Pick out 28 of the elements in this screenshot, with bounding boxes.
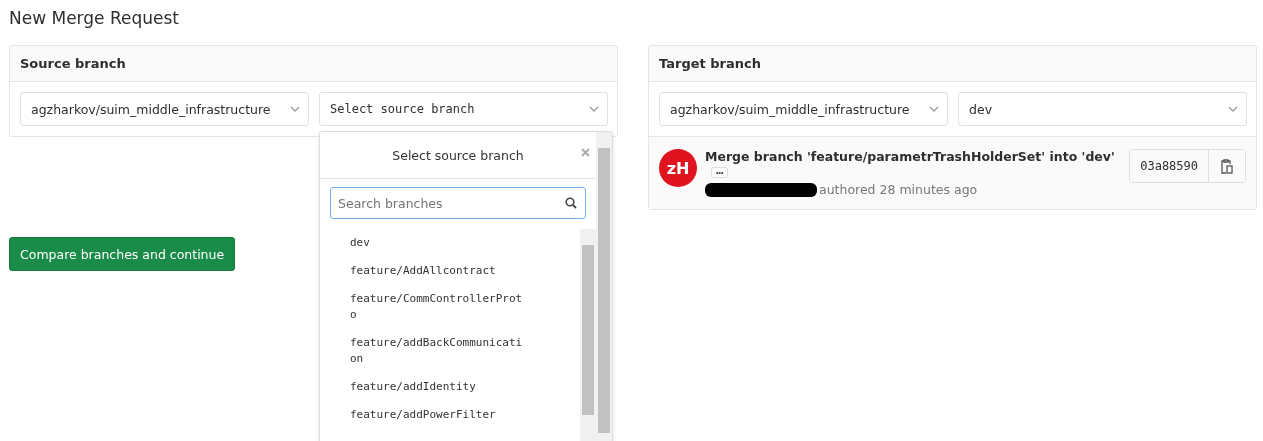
close-icon (581, 148, 590, 157)
search-icon (565, 197, 577, 209)
scrollbar[interactable] (580, 229, 596, 441)
compare-button[interactable]: Compare branches and continue (9, 237, 236, 271)
avatar: zH (659, 149, 697, 187)
branch-item[interactable]: feature/addPowerFilter (350, 401, 525, 429)
branch-select[interactable]: Select source branch (319, 92, 608, 126)
branch-item[interactable]: feature/AddAllcontract (350, 257, 525, 285)
branch-item[interactable]: feature/CommControllerProto (350, 285, 525, 329)
page-title: New Merge Request (9, 8, 180, 28)
dropdown-title: Select source branch (392, 147, 524, 163)
authored-time: authored 28 minutes ago (819, 182, 978, 197)
scrollbar[interactable] (596, 132, 612, 441)
chevron-down-icon (1228, 106, 1238, 112)
chevron-down-icon (290, 106, 300, 112)
project-select[interactable]: agzharkov/suim_middle_infrastructure (20, 92, 309, 126)
project-select[interactable]: agzharkov/suim_middle_infrastructure (659, 92, 948, 126)
branch-item[interactable]: feature/addBackCommunication (350, 329, 525, 373)
branch-select[interactable]: dev (958, 92, 1247, 126)
close-button[interactable] (581, 148, 590, 157)
chevron-down-icon (589, 106, 599, 112)
branch-item[interactable]: dev (350, 229, 525, 257)
search-field[interactable]: Search branches (330, 187, 586, 219)
commit-message[interactable]: Merge branch 'feature/parametrTrashHolderSet' into 'dev' (705, 149, 1115, 164)
chevron-down-icon (929, 106, 939, 112)
branch-item[interactable]: feature/addIdentity (350, 373, 525, 401)
commit-sha: 03a88590 (1130, 150, 1209, 182)
clipboard-icon (1221, 158, 1233, 174)
